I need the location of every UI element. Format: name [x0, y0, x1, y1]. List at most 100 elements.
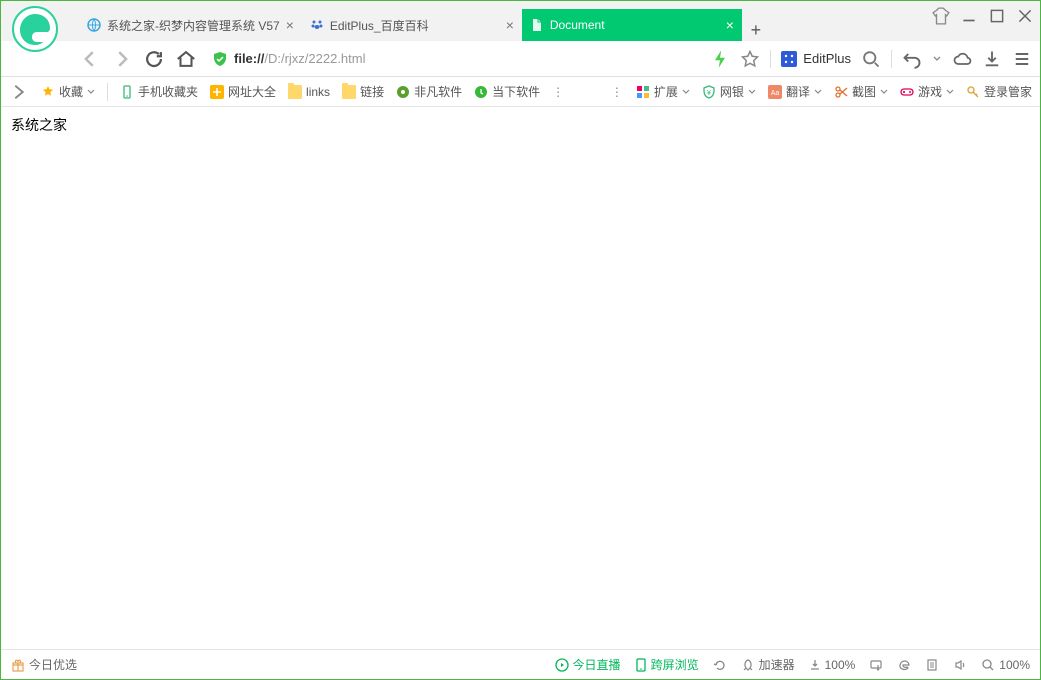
- screenshot-label: 截图: [852, 83, 876, 100]
- status-bar: 今日优选 今日直播 跨屏浏览 加速器 100% 100%: [1, 649, 1040, 679]
- tab-title: Document: [550, 18, 605, 32]
- chevron-down-icon: [814, 88, 822, 96]
- download-pct: 100%: [825, 658, 856, 672]
- bookmark-mobile[interactable]: 手机收藏夹: [120, 83, 198, 100]
- menu-icon[interactable]: [1012, 49, 1032, 69]
- bookmark-label: 链接: [360, 83, 384, 100]
- chevron-down-icon: [946, 88, 954, 96]
- login-manager-button[interactable]: 登录管家: [966, 83, 1032, 100]
- home-button[interactable]: [175, 48, 197, 70]
- tab-title: 系统之家-织梦内容管理系统 V57: [107, 17, 280, 34]
- ie-mode-icon[interactable]: [897, 658, 911, 672]
- netbank-label: 网银: [720, 83, 744, 100]
- star-icon[interactable]: [740, 49, 760, 69]
- today-pick-label: 今日优选: [29, 656, 77, 673]
- bookmark-label: 非凡软件: [414, 83, 462, 100]
- address-bar: file:///D:/rjxz/2222.html EditPlus: [1, 41, 1040, 77]
- bookmark-feifan[interactable]: 非凡软件: [396, 83, 462, 100]
- mute-icon[interactable]: [953, 658, 967, 672]
- phone-icon: [635, 658, 647, 672]
- download-icon: [809, 659, 821, 671]
- undo-dropdown-icon[interactable]: [932, 49, 942, 69]
- close-window-icon[interactable]: [1016, 7, 1034, 25]
- editplus-icon: [781, 51, 797, 67]
- separator: [107, 83, 108, 101]
- rocket-icon: [741, 658, 755, 672]
- globe-icon: [87, 18, 101, 32]
- zoom-icon: [981, 658, 995, 672]
- forward-button[interactable]: [111, 48, 133, 70]
- tab-3-active[interactable]: Document ×: [522, 9, 742, 41]
- close-icon[interactable]: ×: [726, 17, 734, 33]
- feifan-icon: [396, 85, 410, 99]
- translate-button[interactable]: Aa 翻译: [768, 83, 822, 100]
- zoom-level[interactable]: 100%: [981, 658, 1030, 672]
- search-icon[interactable]: [861, 49, 881, 69]
- screenshot-button[interactable]: 截图: [834, 83, 888, 100]
- new-tab-button[interactable]: +: [742, 20, 770, 41]
- games-label: 游戏: [918, 83, 942, 100]
- bookmark-right-group: ⋮ 扩展 ¥ 网银 Aa 翻译 截图 游戏 登录管家: [611, 83, 1032, 100]
- chevron-down-icon: [682, 88, 690, 96]
- chevron-down-icon: [87, 88, 95, 96]
- undo-icon[interactable]: [902, 49, 922, 69]
- bookmark-links-folder[interactable]: links: [288, 85, 330, 99]
- tab-bar: 系统之家-织梦内容管理系统 V57 × EditPlus_百度百科 × Docu…: [1, 1, 1040, 41]
- cloud-icon[interactable]: [952, 49, 972, 69]
- live-today-button[interactable]: 今日直播: [555, 656, 621, 673]
- touch-icon[interactable]: [869, 658, 883, 672]
- chevron-down-icon: [748, 88, 756, 96]
- url-text: file:///D:/rjxz/2222.html: [234, 51, 366, 66]
- back-button[interactable]: [79, 48, 101, 70]
- folder-icon: [342, 85, 356, 99]
- shield-icon: [212, 51, 228, 67]
- extensions-button[interactable]: 扩展: [636, 83, 690, 100]
- yen-shield-icon: ¥: [702, 85, 716, 99]
- bookmark-link-folder[interactable]: 链接: [342, 83, 384, 100]
- editplus-label: EditPlus: [803, 51, 851, 66]
- bookmark-label: 手机收藏夹: [138, 83, 198, 100]
- tabs-container: 系统之家-织梦内容管理系统 V57 × EditPlus_百度百科 × Docu…: [79, 1, 770, 41]
- folder-icon: [288, 85, 302, 99]
- document-icon: [530, 18, 544, 32]
- gift-icon: [11, 658, 25, 672]
- cross-screen-button[interactable]: 跨屏浏览: [635, 656, 699, 673]
- more-icon[interactable]: ⋮: [611, 85, 624, 99]
- cross-screen-label: 跨屏浏览: [651, 656, 699, 673]
- page-body-text: 系统之家: [11, 117, 67, 133]
- expand-bookmarks-icon[interactable]: [9, 82, 29, 102]
- accelerator-button[interactable]: 加速器: [741, 656, 795, 673]
- netbank-button[interactable]: ¥ 网银: [702, 83, 756, 100]
- minimize-icon[interactable]: [960, 7, 978, 25]
- play-circle-icon: [555, 658, 569, 672]
- page-content: 系统之家: [1, 107, 1040, 649]
- bookmark-dangxia[interactable]: 当下软件: [474, 83, 540, 100]
- url-input[interactable]: file:///D:/rjxz/2222.html: [207, 46, 700, 72]
- tab-1[interactable]: 系统之家-织梦内容管理系统 V57 ×: [79, 9, 302, 41]
- star-add-icon: [41, 85, 55, 99]
- favorites-button[interactable]: 收藏: [41, 83, 95, 100]
- restore-icon[interactable]: [713, 658, 727, 672]
- close-icon[interactable]: ×: [286, 17, 294, 33]
- games-button[interactable]: 游戏: [900, 83, 954, 100]
- more-bookmarks-icon[interactable]: ⋮: [552, 85, 565, 99]
- maximize-icon[interactable]: [988, 7, 1006, 25]
- download-progress[interactable]: 100%: [809, 658, 856, 672]
- bookmark-all-sites[interactable]: 网址大全: [210, 83, 276, 100]
- grid-icon: [636, 85, 650, 99]
- download-icon[interactable]: [982, 49, 1002, 69]
- separator: [770, 50, 771, 68]
- window-controls: [932, 7, 1034, 25]
- status-right: 今日直播 跨屏浏览 加速器 100% 100%: [555, 656, 1030, 673]
- lightning-icon[interactable]: [710, 49, 730, 69]
- close-icon[interactable]: ×: [506, 17, 514, 33]
- skin-icon[interactable]: [932, 7, 950, 25]
- read-mode-icon[interactable]: [925, 658, 939, 672]
- translate-icon: Aa: [768, 85, 782, 99]
- login-manager-label: 登录管家: [984, 83, 1032, 100]
- editplus-branding[interactable]: EditPlus: [781, 51, 851, 67]
- today-pick-button[interactable]: 今日优选: [11, 656, 77, 673]
- reload-button[interactable]: [143, 48, 165, 70]
- tab-2[interactable]: EditPlus_百度百科 ×: [302, 9, 522, 41]
- svg-text:¥: ¥: [707, 90, 711, 97]
